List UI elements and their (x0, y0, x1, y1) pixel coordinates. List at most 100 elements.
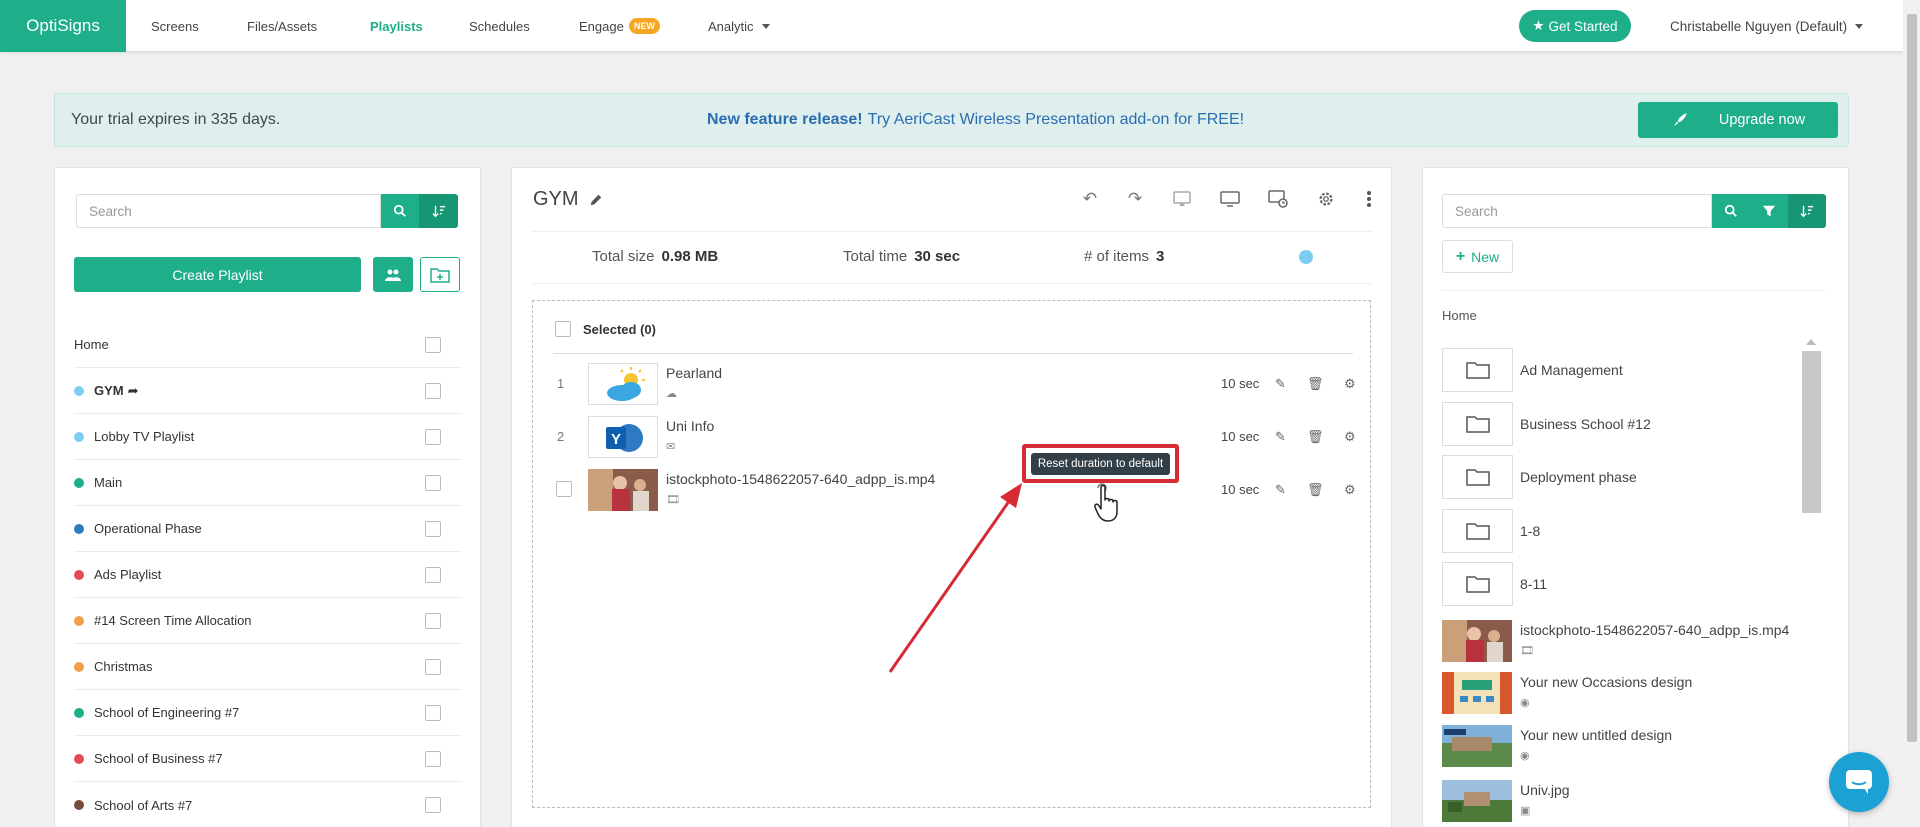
user-menu[interactable]: Christabelle Nguyen (Default) (1670, 0, 1864, 52)
folder-icon (1442, 455, 1513, 499)
home-checkbox[interactable] (425, 336, 441, 353)
playlist-item-engineering[interactable]: School of Engineering #7 (74, 690, 462, 736)
playlist-checkbox[interactable] (425, 382, 441, 399)
search-placeholder: Search (89, 203, 132, 219)
playlist-color-dot (74, 661, 84, 672)
design-icon: ◉ (1520, 697, 1530, 709)
search-icon (1724, 204, 1737, 217)
create-playlist-button[interactable]: Create Playlist (74, 257, 361, 292)
playlist-checkbox[interactable] (425, 658, 441, 675)
design-icon: ◉ (1520, 750, 1530, 762)
gear-icon[interactable]: ⚙ (1344, 463, 1356, 516)
asset-row[interactable]: Your new untitled design ◉ (1442, 721, 1802, 773)
trash-icon[interactable]: 🗑 (1307, 410, 1324, 463)
trash-icon[interactable]: 🗑 (1307, 357, 1324, 410)
assets-scrollbar[interactable] (1802, 351, 1821, 513)
nav-files-assets[interactable]: Files/Assets (247, 0, 317, 52)
playlist-checkbox[interactable] (425, 704, 441, 721)
optisigns-logo[interactable]: OptiSigns (0, 0, 126, 52)
cast-icon[interactable] (1171, 188, 1193, 210)
asset-search-input[interactable]: Search (1442, 194, 1712, 228)
playlist-content-item[interactable]: 1 Pearland ☁ 10 sec ✎ 🗑 ⚙ (553, 357, 1356, 410)
folder-row[interactable]: Deployment phase (1442, 450, 1802, 504)
new-asset-button[interactable]: + New (1442, 240, 1513, 273)
playlist-item-main[interactable]: Main (74, 460, 462, 506)
get-started-button[interactable]: ★ Get Started (1519, 10, 1631, 42)
search-button[interactable] (381, 194, 419, 228)
playlist-checkbox[interactable] (425, 797, 441, 813)
image-thumbnail (1442, 780, 1512, 822)
trash-icon[interactable]: 🗑 (1307, 463, 1324, 516)
playlist-name: School of Engineering #7 (94, 705, 240, 720)
playlist-item-screen-time[interactable]: #14 Screen Time Allocation (74, 598, 462, 644)
trial-text: Your trial expires in 335 days. (71, 111, 281, 128)
folder-row[interactable]: Ad Management (1442, 343, 1802, 397)
playlist-checkbox[interactable] (425, 520, 441, 537)
playlist-item-operational-phase[interactable]: Operational Phase (74, 506, 462, 552)
pencil-icon[interactable]: ✎ (1275, 463, 1286, 516)
pencil-icon[interactable] (589, 193, 603, 207)
playlist-group-button[interactable] (373, 257, 413, 292)
top-navbar: OptiSigns Screens Files/Assets Playlists… (0, 0, 1903, 52)
pencil-icon[interactable]: ✎ (1275, 357, 1286, 410)
nav-analytic-label: Analytic (708, 18, 754, 34)
nav-engage[interactable]: Engage NEW (579, 0, 660, 52)
page-scrollbar-thumb[interactable] (1907, 14, 1917, 742)
sort-button[interactable] (419, 194, 458, 228)
playlist-item-christmas[interactable]: Christmas (74, 644, 462, 690)
select-all[interactable]: Selected (0) (555, 321, 656, 337)
playlist-item-gym[interactable]: GYM ➦ (74, 368, 462, 414)
playlist-color-dot[interactable] (1299, 250, 1313, 264)
undo-icon[interactable]: ↶ (1079, 188, 1101, 210)
search-button[interactable] (1712, 194, 1750, 228)
nav-analytic[interactable]: Analytic (708, 0, 770, 52)
asset-row[interactable]: Univ.jpg ▣ (1442, 776, 1802, 827)
playlist-search-input[interactable]: Search (76, 194, 381, 228)
new-folder-button[interactable] (420, 257, 460, 292)
sort-button[interactable] (1788, 194, 1826, 228)
monitor-icon[interactable] (1219, 188, 1241, 210)
gear-icon[interactable] (1315, 188, 1337, 210)
star-icon: ★ (1532, 18, 1545, 33)
schedule-screen-icon[interactable] (1267, 188, 1289, 210)
hand-cursor-icon (1094, 484, 1118, 522)
playlist-checkbox[interactable] (425, 566, 441, 583)
chat-widget-button[interactable] (1829, 752, 1889, 812)
playlist-checkbox[interactable] (425, 428, 441, 445)
playlist-item-arts[interactable]: School of Arts #7 (74, 782, 462, 827)
nav-playlists[interactable]: Playlists (370, 0, 423, 52)
playlist-item-ads[interactable]: Ads Playlist (74, 552, 462, 598)
annotation-arrow (888, 483, 1022, 673)
redo-icon[interactable]: ↷ (1124, 188, 1146, 210)
playlist-content-item[interactable]: 2 Y Uni Info ✉ 10 sec ✎ 🗑 ⚙ (553, 410, 1356, 463)
breadcrumb-home[interactable]: Home (1442, 308, 1477, 323)
pencil-icon[interactable]: ✎ (1275, 410, 1286, 463)
scroll-up-arrow[interactable] (1806, 339, 1816, 345)
more-vertical-icon[interactable] (1358, 188, 1380, 210)
nav-schedules[interactable]: Schedules (469, 0, 530, 52)
asset-name: Your new Occasions design (1520, 674, 1693, 690)
playlist-color-dot (74, 707, 84, 718)
upgrade-button[interactable]: Upgrade now (1638, 102, 1838, 138)
folder-row[interactable]: 1-8 (1442, 504, 1802, 558)
asset-row[interactable]: Your new Occasions design ◉ (1442, 668, 1802, 720)
playlist-checkbox[interactable] (425, 612, 441, 629)
item-checkbox[interactable] (556, 481, 572, 497)
playlist-checkbox[interactable] (425, 750, 441, 767)
select-all-checkbox[interactable] (555, 321, 571, 337)
new-label: New (1471, 248, 1500, 265)
playlist-item-lobby-tv[interactable]: Lobby TV Playlist (74, 414, 462, 460)
playlist-item-business[interactable]: School of Business #7 (74, 736, 462, 782)
nav-screens[interactable]: Screens (151, 0, 199, 52)
home-row[interactable]: Home (74, 322, 462, 368)
playlist-checkbox[interactable] (425, 474, 441, 491)
filter-button[interactable] (1750, 194, 1788, 228)
folder-row[interactable]: Business School #12 (1442, 397, 1802, 451)
playlist-name: Operational Phase (94, 521, 202, 536)
gear-icon[interactable]: ⚙ (1344, 410, 1356, 463)
asset-row[interactable]: istockphoto-1548622057-640_adpp_is.mp4 🎞 (1442, 616, 1802, 668)
feature-announcement[interactable]: New feature release! Try AeriCast Wirele… (707, 94, 1244, 146)
gear-icon[interactable]: ⚙ (1344, 357, 1356, 410)
folder-row[interactable]: 8-11 (1442, 557, 1802, 611)
playlists-panel: Search Create Playlist Home GYM ➦ Lobby … (54, 167, 481, 827)
